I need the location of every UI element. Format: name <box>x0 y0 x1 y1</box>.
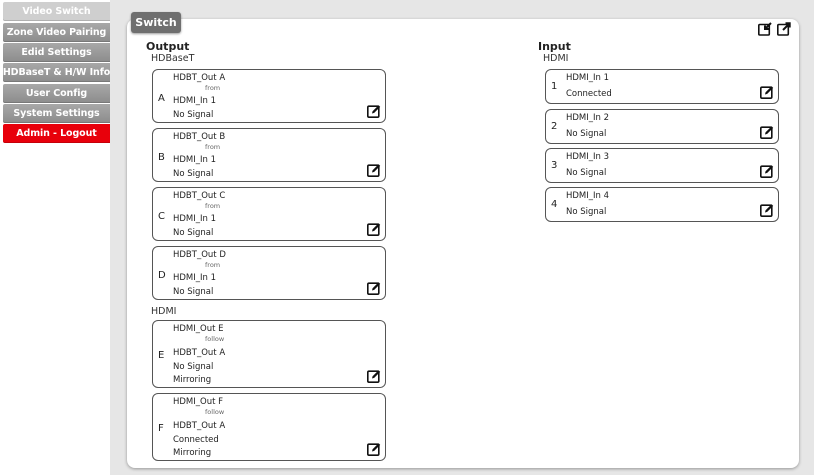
edit-icon[interactable] <box>760 125 774 139</box>
input-number: 4 <box>551 199 558 210</box>
output-card-a: HDBT_Out A from A HDMI_In 1 No Signal <box>152 69 386 123</box>
output-card-f: HDMI_Out F follow HDBT_Out A F Connected… <box>152 393 386 461</box>
nav-system-settings[interactable]: System Settings <box>3 104 110 123</box>
input-status: No Signal <box>566 207 607 217</box>
nav-user-config[interactable]: User Config <box>3 84 110 103</box>
edit-icon[interactable] <box>760 203 774 217</box>
output-letter: B <box>158 152 165 163</box>
edit-icon[interactable] <box>367 369 381 383</box>
input-status: Connected <box>566 89 612 99</box>
nav-video-switch[interactable]: Video Switch <box>3 2 110 21</box>
output-card-c: HDBT_Out C from C HDMI_In 1 No Signal <box>152 187 386 241</box>
edit-icon[interactable] <box>367 442 381 456</box>
input-name: HDMI_In 1 <box>566 73 610 83</box>
input-card-3: 3 HDMI_In 3 No Signal <box>545 148 779 183</box>
output-status: No Signal <box>173 110 214 120</box>
output-hdmi-label: HDMI <box>151 306 177 317</box>
output-status: Connected <box>173 435 219 445</box>
output-letter: D <box>158 270 166 281</box>
nav-edid-settings[interactable]: Edid Settings <box>3 43 110 62</box>
output-relation: from <box>205 143 221 151</box>
input-hdmi-label: HDMI <box>543 53 569 64</box>
input-number: 2 <box>551 121 558 132</box>
input-name: HDMI_In 2 <box>566 113 610 123</box>
output-status: No Signal <box>173 287 214 297</box>
output-source: HDMI_In 1 <box>173 96 217 106</box>
edit-icon[interactable] <box>367 222 381 236</box>
output-relation: from <box>205 84 221 92</box>
input-name: HDMI_In 4 <box>566 191 610 201</box>
output-source: HDBT_Out A <box>173 348 226 358</box>
output-name: HDBT_Out D <box>173 250 226 260</box>
output-hdbaset-label: HDBaseT <box>151 53 195 64</box>
edit-icon[interactable] <box>760 85 774 99</box>
output-card-d: HDBT_Out D from D HDMI_In 1 No Signal <box>152 246 386 300</box>
export-icon[interactable] <box>777 22 791 36</box>
nav-hdbaset-hw-info[interactable]: HDBaseT & H/W Info <box>3 63 110 82</box>
output-relation: from <box>205 202 221 210</box>
nav-admin-logout[interactable]: Admin - Logout <box>3 124 110 143</box>
edit-icon[interactable] <box>367 163 381 177</box>
output-card-e: HDMI_Out E follow HDBT_Out A E No Signal… <box>152 320 386 388</box>
output-name: HDMI_Out E <box>173 324 224 334</box>
input-status: No Signal <box>566 168 607 178</box>
output-card-b: HDBT_Out B from B HDMI_In 1 No Signal <box>152 128 386 182</box>
output-name: HDBT_Out A <box>173 73 226 83</box>
input-name: HDMI_In 3 <box>566 152 610 162</box>
output-status: No Signal <box>173 169 214 179</box>
output-status: No Signal <box>173 228 214 238</box>
input-card-4: 4 HDMI_In 4 No Signal <box>545 187 779 222</box>
input-status: No Signal <box>566 129 607 139</box>
output-heading: Output <box>146 40 190 53</box>
panel-tab-switch: Switch <box>131 12 181 33</box>
output-relation: follow <box>205 335 225 343</box>
output-source: HDMI_In 1 <box>173 273 217 283</box>
output-mode: Mirroring <box>173 448 212 458</box>
input-number: 1 <box>551 81 558 92</box>
input-card-2: 2 HDMI_In 2 No Signal <box>545 109 779 144</box>
sidebar: Video Switch Zone Video Pairing Edid Set… <box>0 0 110 475</box>
output-name: HDBT_Out C <box>173 191 226 201</box>
nav-zone-video-pairing[interactable]: Zone Video Pairing <box>3 23 110 42</box>
output-relation: from <box>205 261 221 269</box>
output-letter: C <box>158 211 165 222</box>
output-letter: A <box>158 93 165 104</box>
output-relation: follow <box>205 408 225 416</box>
output-letter: F <box>158 423 164 434</box>
input-card-1: 1 HDMI_In 1 Connected <box>545 69 779 104</box>
edit-icon[interactable] <box>367 104 381 118</box>
output-mode: Mirroring <box>173 375 212 385</box>
input-heading: Input <box>538 40 571 53</box>
output-name: HDMI_Out F <box>173 397 224 407</box>
output-status: No Signal <box>173 362 214 372</box>
output-letter: E <box>158 350 165 361</box>
edit-icon[interactable] <box>760 164 774 178</box>
edit-icon[interactable] <box>367 281 381 295</box>
import-icon[interactable] <box>758 22 772 36</box>
output-name: HDBT_Out B <box>173 132 226 142</box>
input-number: 3 <box>551 160 558 171</box>
output-source: HDMI_In 1 <box>173 155 217 165</box>
output-source: HDBT_Out A <box>173 421 226 431</box>
output-source: HDMI_In 1 <box>173 214 217 224</box>
